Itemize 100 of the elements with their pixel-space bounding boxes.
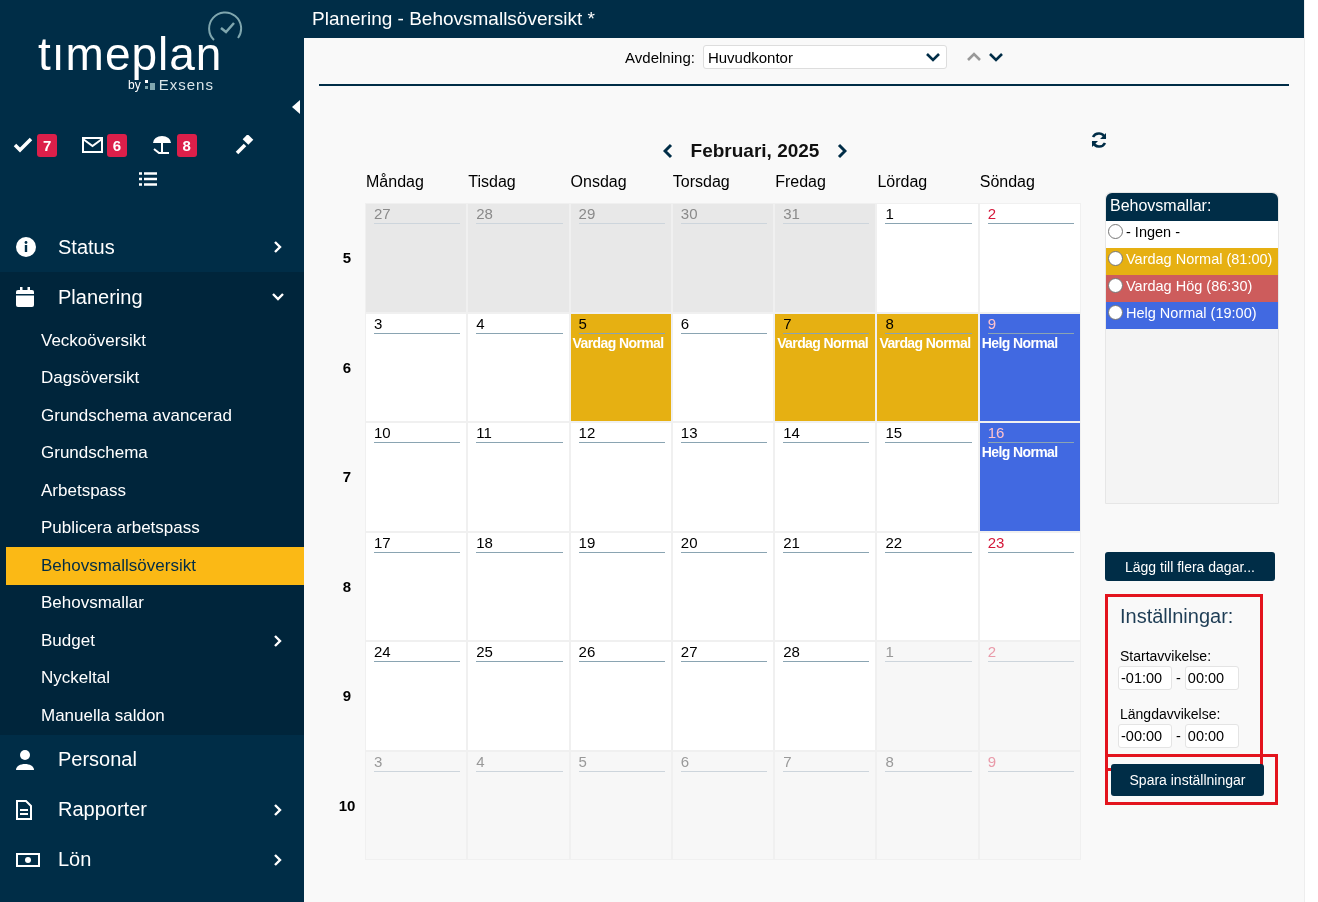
radio-button[interactable] (1108, 224, 1123, 239)
template-label: Helg Normal (980, 443, 1059, 461)
document-icon (16, 799, 32, 820)
weekday-header: Måndag (365, 172, 425, 192)
weekday-header: Tisdag (467, 172, 517, 192)
count-badge: 6 (106, 133, 128, 157)
nav-item[interactable]: Planering (0, 272, 304, 322)
day-cell[interactable]: 10 (365, 422, 468, 532)
template-option[interactable]: Vardag Hög (86:30) (1106, 275, 1278, 302)
next-month-icon[interactable] (837, 143, 848, 159)
day-cell[interactable]: 13 (671, 422, 775, 532)
day-cell[interactable]: 20 (671, 531, 775, 641)
week-number: 7 (341, 467, 353, 488)
day-cell[interactable]: 28 (774, 641, 877, 751)
submenu-item[interactable]: Behovsmallsöversikt (6, 547, 304, 585)
submenu-item[interactable]: Behovsmallar (6, 584, 304, 622)
templates-header: Behovsmallar: (1106, 193, 1278, 221)
day-cell[interactable]: 1 (876, 203, 979, 313)
day-cell[interactable]: 8 Vardag Normal (876, 312, 979, 422)
day-cell[interactable]: 25 (467, 641, 570, 751)
time-input[interactable]: -01:00 (1118, 666, 1172, 690)
radio-button[interactable] (1108, 278, 1123, 293)
week-number: 9 (341, 686, 353, 707)
previous-month-icon[interactable] (662, 143, 673, 159)
day-cell[interactable]: 9 Helg Normal (978, 312, 1081, 422)
refresh-icon[interactable] (1090, 131, 1108, 149)
company-logo-icon (144, 79, 155, 90)
day-cell[interactable]: 12 (569, 422, 672, 532)
template-option[interactable]: Helg Normal (19:00) (1106, 302, 1278, 329)
mail-icon[interactable] (81, 137, 103, 153)
template-option[interactable]: - Ingen - (1106, 221, 1278, 248)
submenu-item[interactable]: Dagsöversikt (6, 359, 304, 397)
save-button[interactable]: Spara inställningar (1111, 764, 1264, 796)
time-input[interactable]: -00:00 (1118, 724, 1172, 748)
person-icon (16, 749, 34, 770)
add-days-button[interactable]: Lägg till flera dagar... (1105, 552, 1275, 581)
week-number: 6 (341, 357, 353, 378)
template-label: Vardag Normal (776, 333, 870, 352)
time-input[interactable]: 00:00 (1184, 724, 1239, 748)
submenu-item[interactable]: Grundschema avancerad (6, 397, 304, 435)
day-cell[interactable]: 5 Vardag Normal (569, 312, 672, 422)
day-cell[interactable]: 21 (774, 531, 877, 641)
day-cell[interactable]: 15 (876, 422, 979, 532)
week-number: 10 (337, 795, 357, 816)
calendar-icon (16, 287, 34, 307)
radio-button[interactable] (1108, 305, 1123, 320)
gavel-icon[interactable] (235, 135, 256, 155)
day-cell[interactable]: 17 (365, 531, 468, 641)
checkmark-icon[interactable] (13, 137, 33, 153)
field-label: Startavvikelse: (1120, 648, 1213, 664)
chevron-right-icon (272, 803, 284, 816)
field-label: Längdavvikelse: (1120, 706, 1222, 722)
day-cell[interactable]: 26 (569, 641, 672, 751)
info-icon (16, 237, 36, 257)
week-number: 5 (341, 248, 353, 269)
chevron-down-icon (925, 52, 940, 62)
day-cell[interactable]: 22 (876, 531, 979, 641)
day-cell[interactable]: 4 (467, 312, 570, 422)
submenu-item[interactable]: Arbetspass (6, 472, 304, 510)
page-title: Planering - Behovsmallsöversikt * (312, 8, 595, 30)
department-dropdown[interactable]: Huvudkontor (702, 45, 947, 69)
nav-item[interactable]: Rapporter (0, 784, 304, 835)
day-cell[interactable]: 16 Helg Normal (978, 422, 1081, 532)
day-cell[interactable]: 14 (774, 422, 877, 532)
week-number: 8 (341, 576, 353, 597)
banknote-icon (16, 852, 40, 867)
department-label: Avdelning: (625, 48, 695, 66)
chevron-down-icon (272, 291, 284, 303)
day-cell[interactable]: 11 (467, 422, 570, 532)
beach-umbrella-icon[interactable] (150, 135, 173, 155)
day-cell[interactable]: 7 Vardag Normal (774, 312, 877, 422)
nav-item[interactable]: Status (0, 222, 304, 272)
day-cell[interactable]: 3 (365, 312, 468, 422)
weekday-header: Fredag (774, 172, 827, 192)
day-cell[interactable]: 6 (671, 312, 775, 422)
day-cell[interactable]: 23 (978, 531, 1081, 641)
day-cell[interactable]: 18 (467, 531, 570, 641)
day-cell[interactable]: 24 (365, 641, 468, 751)
chevron-right-icon (272, 241, 284, 253)
weekday-header: Lördag (876, 172, 929, 192)
submenu-item[interactable]: Publicera arbetspass (6, 509, 304, 547)
template-label: Vardag Normal (571, 333, 665, 352)
nav-item[interactable]: Lön (0, 834, 304, 885)
day-cell[interactable]: 19 (569, 531, 672, 641)
submenu-item[interactable]: Veckoöversikt (6, 322, 304, 360)
radio-button[interactable] (1108, 251, 1123, 266)
count-badge: 7 (37, 133, 58, 157)
range-separator: - (1176, 670, 1181, 686)
submenu-item[interactable]: Manuella saldon (6, 697, 304, 735)
chevron-right-icon (272, 853, 284, 866)
nav-item[interactable]: Personal (0, 734, 304, 785)
collapse-icon[interactable] (292, 100, 300, 114)
submenu-item[interactable]: Nyckeltal (6, 659, 304, 697)
day-cell[interactable]: 2 (978, 203, 1081, 313)
day-cell[interactable]: 27 (671, 641, 775, 751)
company-name: Exsens (158, 76, 214, 93)
submenu-item[interactable]: Budget (6, 622, 304, 660)
list-icon[interactable] (139, 172, 157, 186)
time-input[interactable]: 00:00 (1184, 666, 1239, 690)
submenu-item[interactable]: Grundschema (6, 434, 304, 472)
